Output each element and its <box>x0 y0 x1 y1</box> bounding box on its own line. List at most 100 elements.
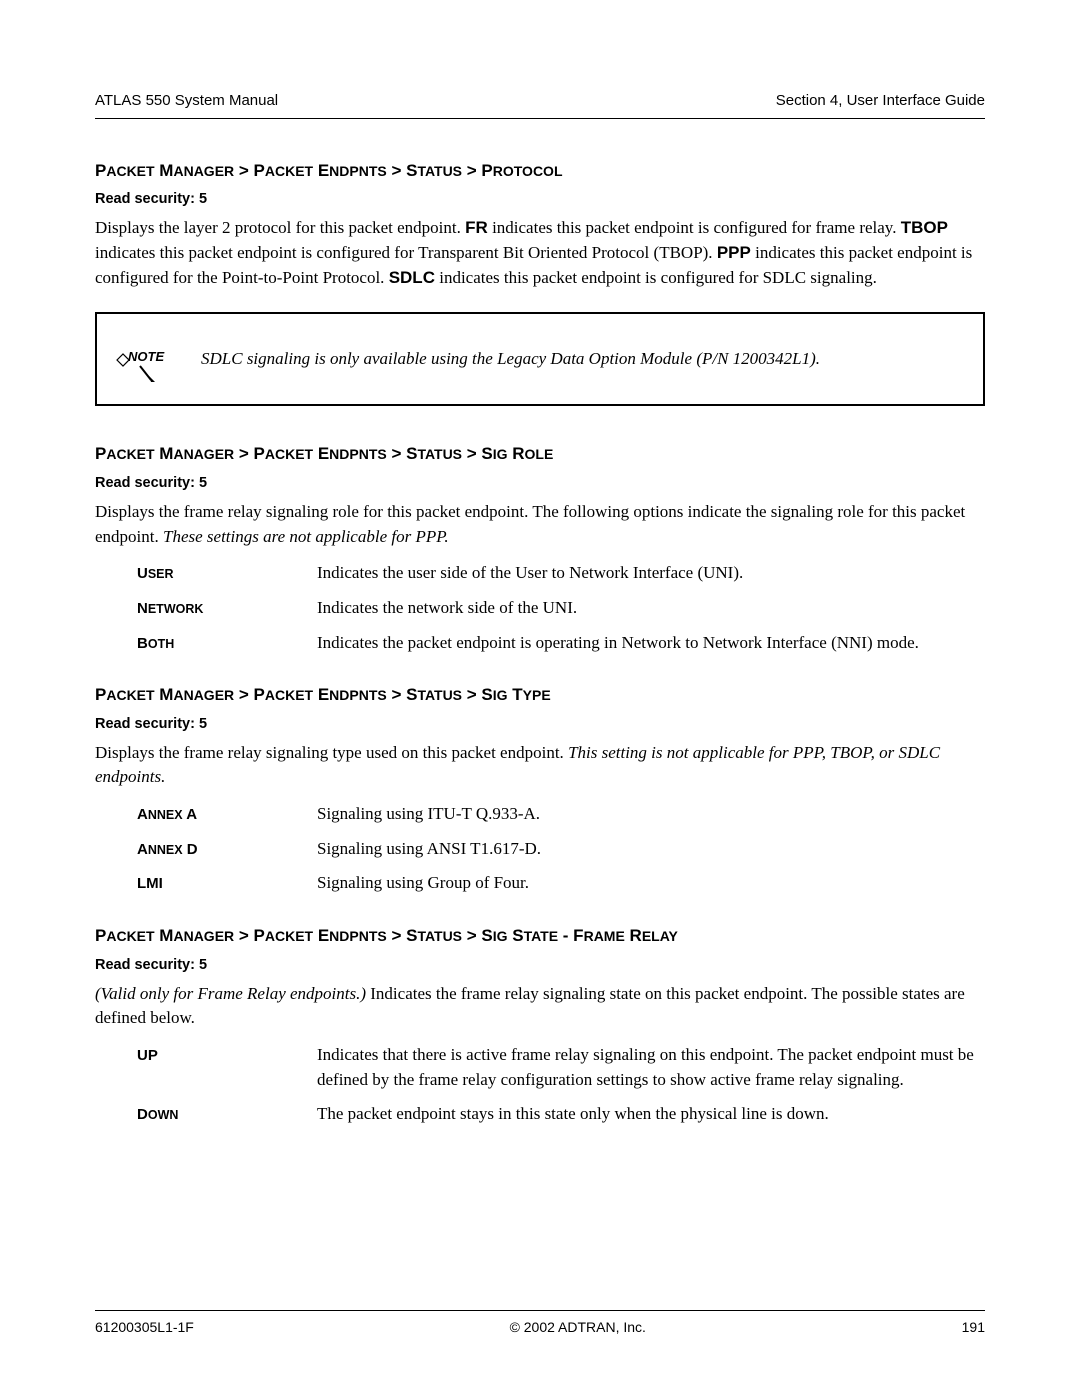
heading-part: ANAGER <box>173 687 234 703</box>
definition-row: DOWNThe packet endpoint stays in this st… <box>95 1102 985 1127</box>
section-paragraph: Displays the frame relay signaling role … <box>95 500 985 549</box>
heading-part: R <box>625 926 642 945</box>
heading-part: ACKET <box>106 163 154 179</box>
note-callout: NOTE SDLC signaling is only available us… <box>95 312 985 406</box>
heading-part: M <box>155 444 174 463</box>
text: indicates this packet endpoint is config… <box>488 218 901 237</box>
footer-right: 191 <box>962 1317 985 1337</box>
heading-part: ACKET <box>265 687 313 703</box>
heading-part: TATUS <box>417 446 462 462</box>
text: indicates this packet endpoint is config… <box>95 243 717 262</box>
read-security-label: Read security: 5 <box>95 955 985 976</box>
heading-part: > P <box>462 161 493 180</box>
heading-part: NDPNTS <box>329 687 387 703</box>
definition-row: BOTHIndicates the packet endpoint is ope… <box>95 631 985 656</box>
definition-term: LMI <box>137 871 317 896</box>
heading-part: > S <box>462 685 493 704</box>
heading-part: OLE <box>525 446 554 462</box>
bold-text: PPP <box>717 243 751 262</box>
definition-row: USERIndicates the user side of the User … <box>95 561 985 586</box>
heading-part: ACKET <box>265 928 313 944</box>
header-right: Section 4, User Interface Guide <box>776 90 985 112</box>
definition-list: ANNEX ASignaling using ITU-T Q.933-A.ANN… <box>95 802 985 896</box>
definition-term: DOWN <box>137 1102 317 1127</box>
section-paragraph: (Valid only for Frame Relay endpoints.) … <box>95 982 985 1031</box>
definition-description: Indicates the user side of the User to N… <box>317 561 985 586</box>
heading-part: > S <box>462 444 493 463</box>
read-security-label: Read security: 5 <box>95 473 985 494</box>
heading-part: ACKET <box>106 446 154 462</box>
section-heading-sig-state: PACKET MANAGER > PACKET ENDPNTS > STATUS… <box>95 924 985 949</box>
definition-row: NETWORKIndicates the network side of the… <box>95 596 985 621</box>
definition-description: Signaling using ITU-T Q.933-A. <box>317 802 985 827</box>
heading-part: S <box>508 926 524 945</box>
heading-part: IG <box>493 928 508 944</box>
heading-part: > P <box>234 161 265 180</box>
heading-part: > P <box>234 685 265 704</box>
heading-part: ACKET <box>265 446 313 462</box>
heading-part: > S <box>387 444 418 463</box>
definition-term: USER <box>137 561 317 586</box>
definition-row: UPIndicates that there is active frame r… <box>95 1043 985 1092</box>
heading-part: ACKET <box>106 687 154 703</box>
section-sig-state: PACKET MANAGER > PACKET ENDPNTS > STATUS… <box>95 924 985 1127</box>
definition-term: NETWORK <box>137 596 317 621</box>
bold-text: FR <box>465 218 488 237</box>
definition-term: ANNEX A <box>137 802 317 827</box>
definition-list: USERIndicates the user side of the User … <box>95 561 985 655</box>
heading-part: ROTOCOL <box>493 163 563 179</box>
header-left: ATLAS 550 System Manual <box>95 90 278 112</box>
heading-part: IG <box>493 687 508 703</box>
heading-part: ANAGER <box>173 163 234 179</box>
section-paragraph: Displays the layer 2 protocol for this p… <box>95 216 985 290</box>
read-security-label: Read security: 5 <box>95 189 985 210</box>
heading-part: E <box>313 444 329 463</box>
italic-text: (Valid only for Frame Relay endpoints.) <box>95 984 366 1003</box>
definition-row: ANNEX DSignaling using ANSI T1.617-D. <box>95 837 985 862</box>
heading-part: P <box>95 161 106 180</box>
heading-part: P <box>95 444 106 463</box>
heading-part: NDPNTS <box>329 446 387 462</box>
section-protocol: PACKET MANAGER > PACKET ENDPNTS > STATUS… <box>95 159 985 407</box>
definition-description: The packet endpoint stays in this state … <box>317 1102 985 1127</box>
heading-part: ANAGER <box>173 928 234 944</box>
heading-part: NDPNTS <box>329 163 387 179</box>
definition-term: UP <box>137 1043 317 1092</box>
heading-part: P <box>95 926 106 945</box>
heading-part: E <box>313 161 329 180</box>
definition-row: LMISignaling using Group of Four. <box>95 871 985 896</box>
heading-part: > P <box>234 444 265 463</box>
heading-part: TATUS <box>417 163 462 179</box>
footer-center: © 2002 ADTRAN, Inc. <box>510 1317 646 1337</box>
heading-part: T <box>508 685 523 704</box>
bold-text: SDLC <box>389 268 435 287</box>
section-sig-role: PACKET MANAGER > PACKET ENDPNTS > STATUS… <box>95 442 985 655</box>
heading-part: ACKET <box>106 928 154 944</box>
definition-description: Signaling using ANSI T1.617-D. <box>317 837 985 862</box>
heading-part: ACKET <box>265 163 313 179</box>
heading-part: R <box>508 444 525 463</box>
definition-description: Indicates the packet endpoint is operati… <box>317 631 985 656</box>
footer-left: 61200305L1-1F <box>95 1317 194 1337</box>
text: Displays the layer 2 protocol for this p… <box>95 218 465 237</box>
definition-list: UPIndicates that there is active frame r… <box>95 1043 985 1127</box>
section-heading-sig-role: PACKET MANAGER > PACKET ENDPNTS > STATUS… <box>95 442 985 467</box>
heading-part: ANAGER <box>173 446 234 462</box>
definition-row: ANNEX ASignaling using ITU-T Q.933-A. <box>95 802 985 827</box>
heading-part: E <box>313 685 329 704</box>
definition-description: Indicates that there is active frame rel… <box>317 1043 985 1092</box>
heading-part: TATE <box>524 928 558 944</box>
bold-text: TBOP <box>901 218 948 237</box>
definition-description: Signaling using Group of Four. <box>317 871 985 896</box>
heading-part: - F <box>558 926 584 945</box>
heading-part: M <box>155 926 174 945</box>
heading-part: RAME <box>584 928 625 944</box>
heading-part: E <box>313 926 329 945</box>
italic-text: These settings are not applicable for PP… <box>163 527 449 546</box>
definition-description: Indicates the network side of the UNI. <box>317 596 985 621</box>
heading-part: IG <box>493 446 508 462</box>
note-text: SDLC signaling is only available using t… <box>201 347 820 372</box>
heading-part: > S <box>462 926 493 945</box>
heading-part: > S <box>387 685 418 704</box>
page-footer: 61200305L1-1F © 2002 ADTRAN, Inc. 191 <box>95 1310 985 1337</box>
